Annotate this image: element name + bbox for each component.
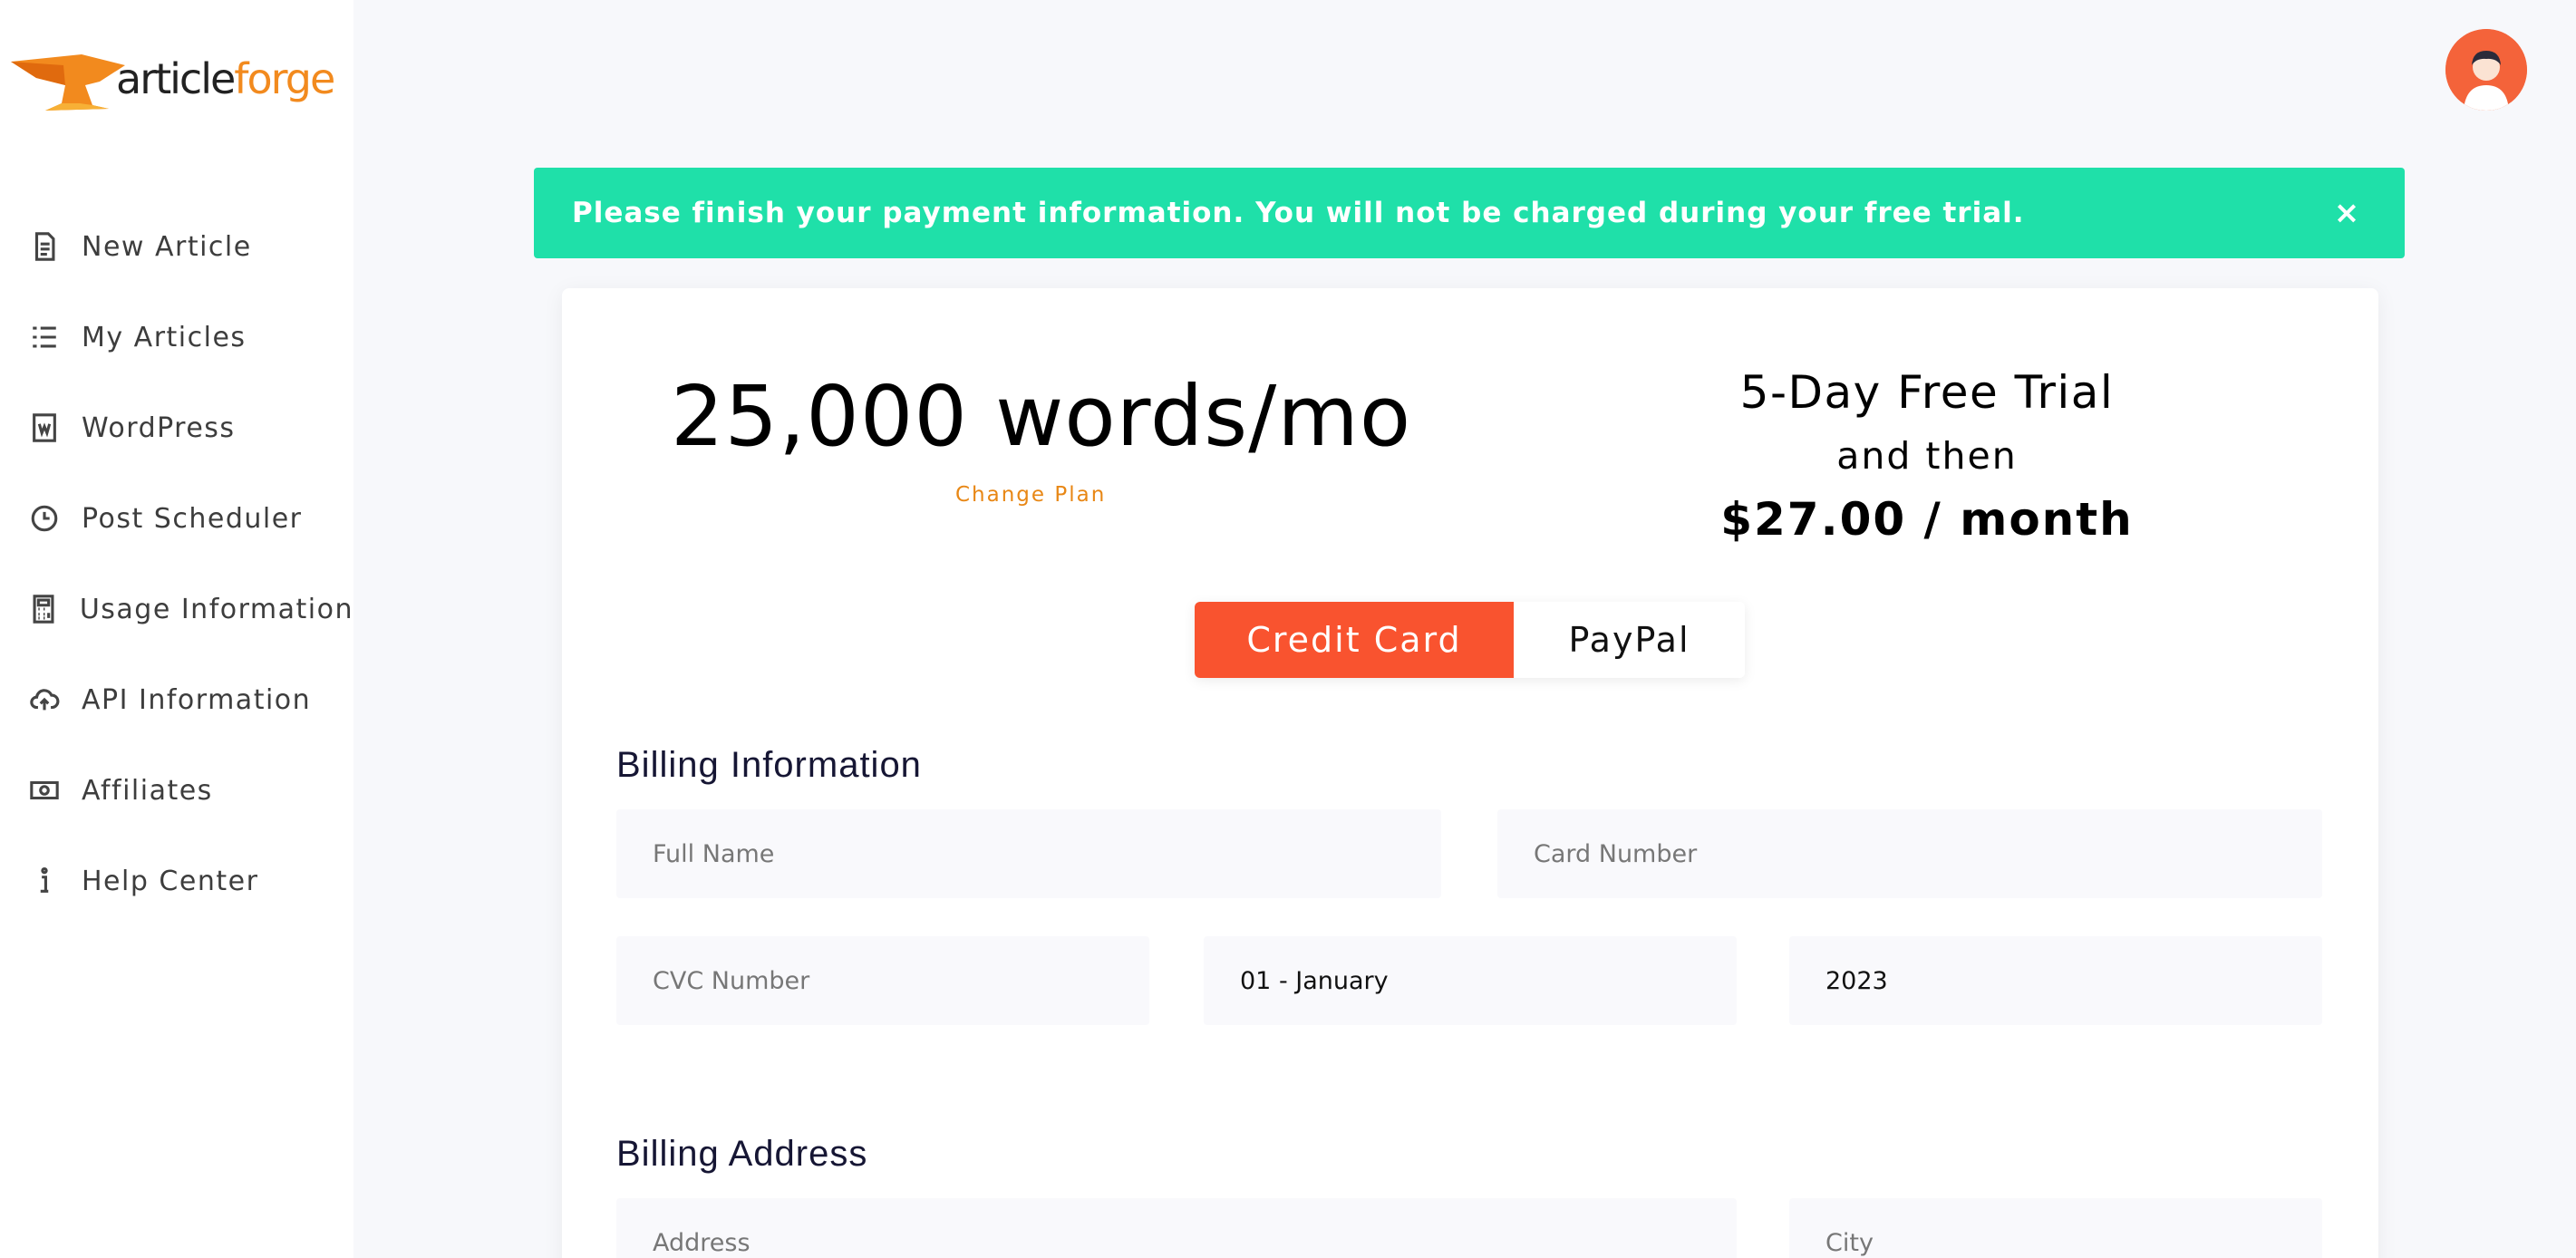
tab-paypal[interactable]: PayPal [1514,602,1745,678]
sidebar-item-label: WordPress [82,411,236,444]
list-icon [27,320,62,354]
user-avatar-icon[interactable] [2445,29,2527,111]
logo-text: articleforge [116,54,335,103]
logo[interactable]: articleforge [9,45,344,118]
change-plan-link[interactable]: Change Plan [955,483,1106,507]
trial-then: and then [1836,434,2018,478]
clock-icon [27,501,62,536]
city-field[interactable]: City [1789,1198,2322,1258]
sidebar-item-my-articles[interactable]: My Articles [27,292,353,382]
sidebar-item-wordpress[interactable]: WordPress [27,382,353,473]
payment-notice-banner: Please finish your payment information. … [534,168,2405,258]
anvil-logo-icon [11,54,125,111]
full-name-field[interactable]: Full Name [616,809,1441,898]
sidebar-item-label: Help Center [82,865,259,897]
sidebar-item-label: Post Scheduler [82,502,303,535]
sidebar: articleforge New Article My Articles Wor… [0,0,353,1258]
document-icon [27,229,62,264]
banner-message: Please finish your payment information. … [572,197,2025,229]
plan-words: 25,000 words/mo [671,368,1412,465]
expiry-year-select[interactable]: 2023 [1789,936,2322,1025]
sidebar-item-label: My Articles [82,321,247,353]
sidebar-item-api-information[interactable]: API Information [27,654,353,745]
address-field[interactable]: Address [616,1198,1737,1258]
sidebar-item-label: New Article [82,230,252,263]
sidebar-item-affiliates[interactable]: Affiliates [27,745,353,836]
sidebar-item-label: API Information [82,683,312,716]
sidebar-nav: New Article My Articles WordPress Post S… [27,201,353,926]
calculator-icon [27,592,60,626]
trial-price: $27.00 / month [1720,493,2134,546]
billing-information-title: Billing Information [616,745,922,785]
close-icon[interactable]: × [2327,193,2367,233]
expiry-month-select[interactable]: 01 - January [1204,936,1737,1025]
sidebar-item-label: Usage Information [79,593,353,625]
cvc-number-field[interactable]: CVC Number [616,936,1149,1025]
cloud-upload-icon [27,682,62,717]
wordpress-icon [27,411,62,445]
trial-info: 5-Day Free Trial and then $27.00 / month [1646,361,2208,551]
payment-card: 25,000 words/mo Change Plan 5-Day Free T… [562,288,2378,1258]
sidebar-item-help-center[interactable]: Help Center [27,836,353,926]
logo-text-forge: forge [234,54,335,103]
sidebar-item-new-article[interactable]: New Article [27,201,353,292]
sidebar-item-post-scheduler[interactable]: Post Scheduler [27,473,353,564]
sidebar-item-usage-information[interactable]: Usage Information [27,564,353,654]
trial-title: 5-Day Free Trial [1739,366,2115,419]
sidebar-item-label: Affiliates [82,774,213,807]
user-avatar-graphic [2445,29,2527,111]
info-icon [27,864,62,898]
money-icon [27,773,62,808]
tab-credit-card[interactable]: Credit Card [1195,602,1514,678]
payment-method-toggle: Credit Card PayPal [1195,602,1745,678]
logo-text-article: article [116,54,236,103]
billing-address-title: Billing Address [616,1134,868,1174]
card-number-field[interactable]: Card Number [1497,809,2322,898]
